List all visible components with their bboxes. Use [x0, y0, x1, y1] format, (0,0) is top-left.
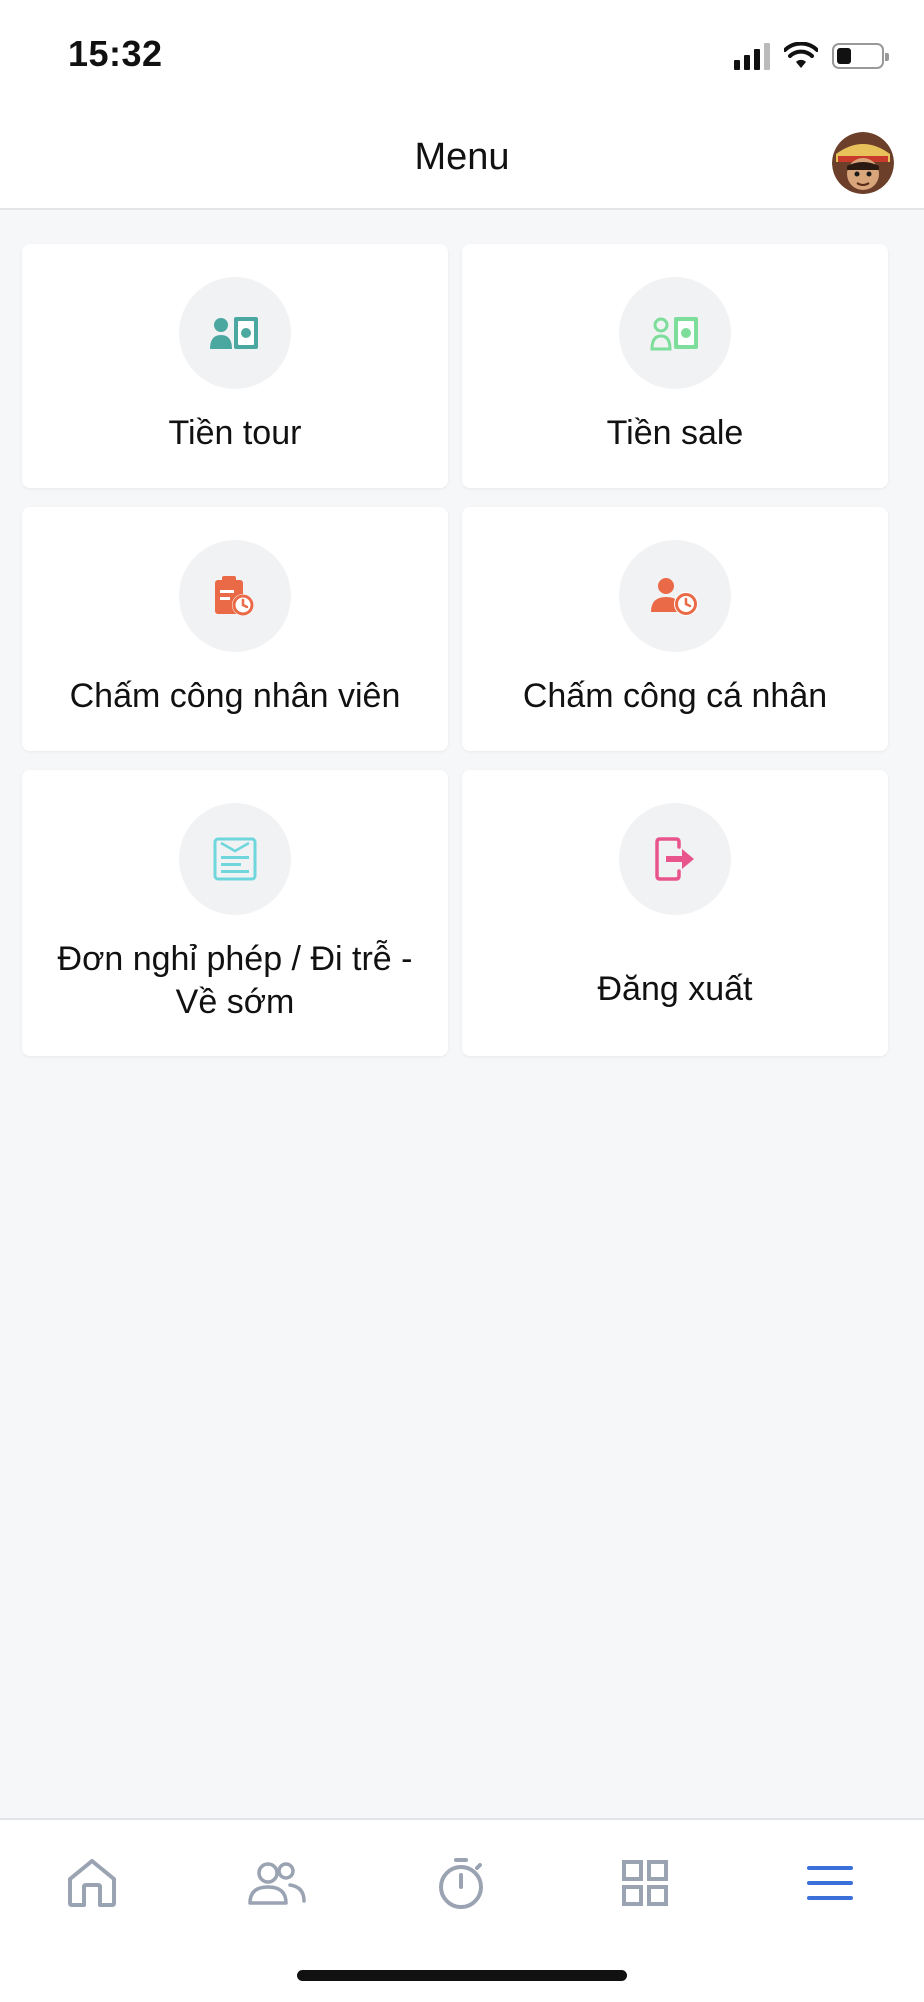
- status-icons: [734, 38, 889, 74]
- tab-grid[interactable]: [610, 1848, 680, 1918]
- grid-icon: [622, 1860, 668, 1906]
- home-icon: [68, 1859, 116, 1907]
- menu-card-label: Chấm công cá nhân: [522, 677, 828, 715]
- menu-card-label: Tiền tour: [168, 414, 302, 452]
- menu-card-label: Tiền sale: [606, 414, 744, 452]
- avatar[interactable]: [832, 132, 894, 194]
- stopwatch-icon: [439, 1858, 483, 1909]
- form-document-icon: [213, 837, 257, 881]
- header: Menu: [0, 110, 924, 210]
- menu-card-cham-cong-ca-nhan[interactable]: Chấm công cá nhân: [462, 507, 888, 751]
- tab-home[interactable]: [57, 1848, 127, 1918]
- icon-circle: [619, 277, 731, 389]
- menu-card-label: Đơn nghỉ phép / Đi trễ - Về sớm: [42, 938, 428, 1024]
- menu-icon: [807, 1866, 853, 1900]
- menu-card-label: Đăng xuất: [597, 970, 753, 1008]
- staff-money-icon: [650, 317, 698, 351]
- people-icon: [248, 1862, 306, 1905]
- status-bar: 15:32: [0, 0, 924, 110]
- person-clock-icon: [651, 578, 698, 616]
- menu-card-tien-tour[interactable]: Tiền tour: [22, 244, 448, 488]
- icon-circle: [179, 540, 291, 652]
- icon-circle: [179, 277, 291, 389]
- icon-circle: [179, 803, 291, 915]
- menu-card-tien-sale[interactable]: Tiền sale: [462, 244, 888, 488]
- menu-card-label: Chấm công nhân viên: [69, 677, 401, 715]
- menu-card-label-line: Về sớm: [175, 983, 295, 1021]
- menu-card-label-line: Đơn nghỉ phép / Đi trễ -: [57, 940, 413, 978]
- wifi-icon: [784, 42, 818, 68]
- menu-card-dang-xuat[interactable]: Đăng xuất: [462, 770, 888, 1056]
- page-title: Menu: [414, 136, 510, 178]
- cellular-signal-icon: [734, 42, 770, 70]
- menu-card-don-nghi-phep[interactable]: Đơn nghỉ phép / Đi trễ - Về sớm: [22, 770, 448, 1056]
- tab-menu[interactable]: [795, 1848, 865, 1918]
- clipboard-clock-icon: [215, 576, 254, 616]
- tab-stopwatch[interactable]: [426, 1848, 496, 1918]
- home-indicator: [297, 1970, 627, 1981]
- battery-icon: [832, 43, 889, 69]
- menu-card-cham-cong-nhan-vien[interactable]: Chấm công nhân viên: [22, 507, 448, 751]
- status-time: 15:32: [68, 33, 163, 74]
- tab-people[interactable]: [242, 1848, 312, 1918]
- staff-money-icon: [210, 317, 258, 349]
- logout-icon: [655, 837, 694, 881]
- icon-circle: [619, 540, 731, 652]
- icon-circle: [619, 803, 731, 915]
